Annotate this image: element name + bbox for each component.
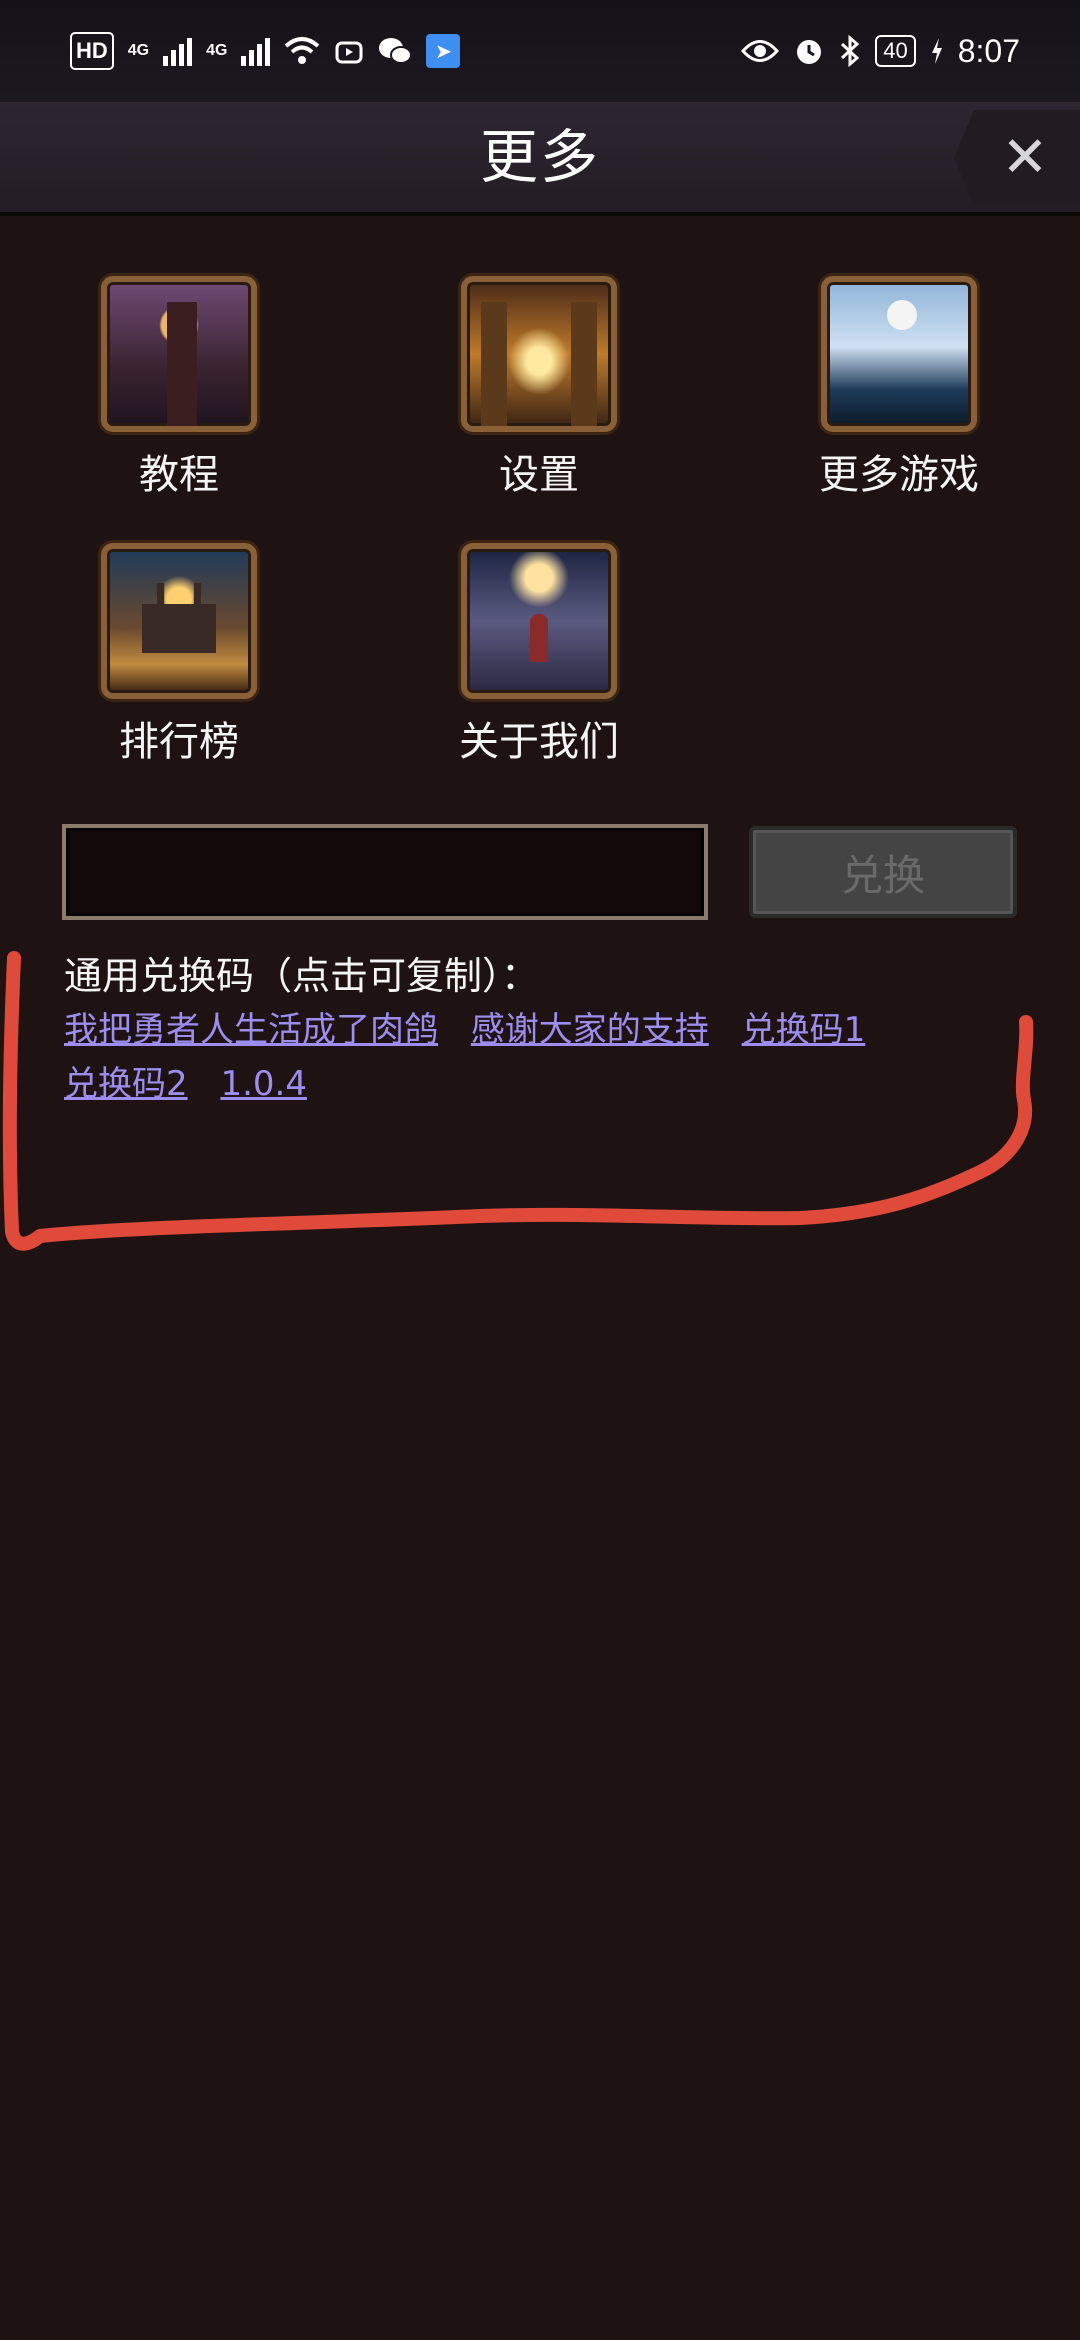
redeem-codes-list: 我把勇者人生活成了肉鸽 感谢大家的支持 兑换码1 兑换码2 1.0.4 [64,1003,1024,1111]
network-type-1: 4G [127,42,150,59]
menu-item-label: 关于我们 [459,719,619,765]
menu-item-about-us[interactable]: 关于我们 [429,543,649,767]
signal-icon [163,36,193,66]
alarm-icon [793,34,825,68]
app-notification-icon: ➤ [426,34,461,68]
bluetooth-icon [839,34,861,68]
clock: 8:07 [957,32,1020,69]
menu-item-label: 设置 [499,452,579,498]
menu-item-label: 教程 [139,452,219,498]
status-bar: HD 4G 4G ➤ 40 8:07 [0,0,1080,102]
leaderboard-icon-castle [142,583,216,653]
redeem-code-link[interactable]: 感谢大家的支持 [471,1010,709,1050]
about-us-icon-figure [530,613,548,662]
menu-item-settings[interactable]: 设置 [429,276,649,500]
more-games-icon [821,276,977,432]
wechat-icon [378,34,413,68]
tutorial-icon [101,276,257,432]
battery-icon: 40 [875,35,916,67]
redeem-codes-title: 通用兑换码（点击可复制）： [64,954,540,998]
menu-item-label: 更多游戏 [819,452,979,498]
redeem-code-link[interactable]: 1.0.4 [220,1064,307,1104]
network-type-2: 4G [206,42,228,59]
status-bar-right: 40 8:07 [741,33,1020,70]
close-icon: ✕ [1001,125,1049,190]
about-us-icon [461,543,617,699]
charging-icon [930,34,944,68]
settings-icon-pillar-left [481,302,507,426]
redeem-button[interactable]: 兑换 [749,826,1017,918]
page-header: 更多 ✕ [0,102,1080,216]
eye-icon [741,34,780,68]
menu-item-label: 排行榜 [119,719,239,765]
hd-call-icon: HD [70,32,114,70]
more-games-icon-moon [887,300,917,330]
redeem-code-link[interactable]: 兑换码2 [64,1064,188,1104]
redeem-code-link[interactable]: 我把勇者人生活成了肉鸽 [64,1010,438,1050]
status-bar-left: HD 4G 4G ➤ [70,32,461,70]
signal-icon-2 [241,36,271,66]
menu-item-more-games[interactable]: 更多游戏 [789,276,1009,500]
leaderboard-icon [101,543,257,699]
menu-item-tutorial[interactable]: 教程 [69,276,289,500]
settings-icon-pillar-right [571,302,597,426]
redeem-code-input[interactable] [62,824,708,920]
page-title: 更多 [479,123,600,191]
tutorial-icon-door [167,302,197,426]
settings-icon [461,276,617,432]
menu-item-leaderboard[interactable]: 排行榜 [69,543,289,767]
redeem-code-link[interactable]: 兑换码1 [742,1010,866,1050]
wifi-icon [284,34,320,68]
close-button[interactable]: ✕ [954,110,1080,206]
tv-app-icon [334,34,364,68]
